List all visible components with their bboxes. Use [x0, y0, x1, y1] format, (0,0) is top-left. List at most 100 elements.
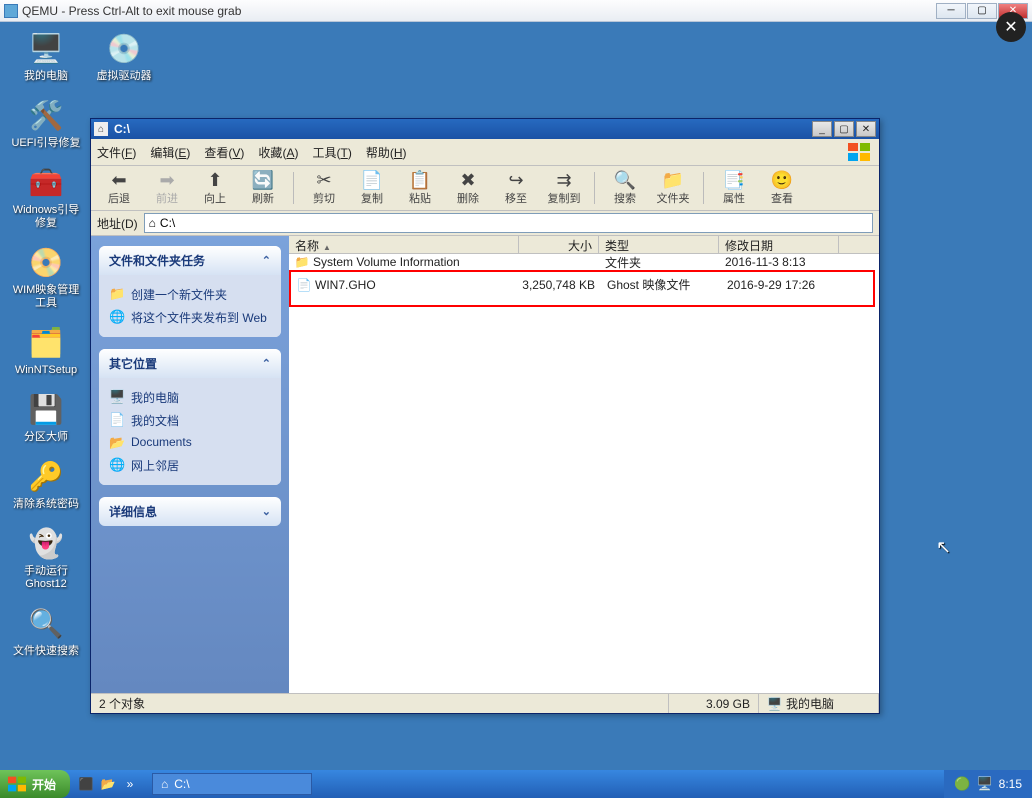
file-list[interactable]: 📁 System Volume Information 文件夹 2016-11-… [289, 254, 879, 693]
toolbar-copyto-button[interactable]: ⇉复制到 [542, 168, 586, 208]
sidebar-place-documents[interactable]: 📂 Documents [109, 432, 271, 454]
menu-edit[interactable]: 编辑(E) [150, 144, 190, 161]
explorer-titlebar[interactable]: ⌂ C:\ _ ▢ ✕ [91, 119, 879, 139]
drive-icon: ⌂ [161, 777, 168, 791]
toolbar-back-button[interactable]: ⬅后退 [97, 168, 141, 208]
address-input-wrap[interactable]: ⌂ [144, 213, 873, 233]
chevron-down-icon: ⌄ [262, 505, 271, 518]
address-input[interactable] [160, 216, 868, 230]
sidebar-place-my-computer[interactable]: 🖥️ 我的电脑 [109, 386, 271, 409]
tray-display-icon[interactable]: 🖥️ [976, 776, 992, 792]
explorer-toolbar: ⬅后退 ➡前进 ⬆向上 🔄刷新 ✂剪切 📄复制 📋粘贴 ✖删除 ↪移至 ⇉复制到… [91, 166, 879, 211]
copyto-icon: ⇉ [542, 170, 586, 190]
file-name: System Volume Information [313, 255, 460, 269]
desktop-icon-label: 文件快速搜索 [8, 645, 84, 658]
sidebar-places-header[interactable]: 其它位置 ⌃ [99, 349, 281, 378]
menu-help[interactable]: 帮助(H) [366, 144, 407, 161]
sidebar-link-label: 将这个文件夹发布到 Web [131, 309, 267, 326]
explorer-body: 文件和文件夹任务 ⌃ 📁 创建一个新文件夹 🌐 将这个文件夹发布到 Web [91, 236, 879, 693]
globe-icon: 🌐 [109, 309, 125, 325]
quick-launch-more[interactable]: » [120, 774, 140, 794]
column-header-type[interactable]: 类型 [599, 236, 719, 253]
toolbar-refresh-button[interactable]: 🔄刷新 [241, 168, 285, 208]
desktop[interactable]: 🖥️ 我的电脑 🛠️ UEFI引导修复 🧰 Widnows引导修复 📀 WIM映… [0, 22, 1032, 798]
sidebar-tasks-header[interactable]: 文件和文件夹任务 ⌃ [99, 246, 281, 275]
file-row-system-volume-info[interactable]: 📁 System Volume Information 文件夹 2016-11-… [289, 254, 879, 270]
toolbar-delete-button[interactable]: ✖删除 [446, 168, 490, 208]
toolbar-folders-button[interactable]: 📁文件夹 [651, 168, 695, 208]
toolbar-copy-button[interactable]: 📄复制 [350, 168, 394, 208]
menu-file[interactable]: 文件(F) [97, 144, 136, 161]
highlighted-file-box: 📄 WIN7.GHO 3,250,748 KB Ghost 映像文件 2016-… [289, 270, 875, 307]
menu-favorites[interactable]: 收藏(A) [258, 144, 298, 161]
drive-icon: ⌂ [149, 216, 156, 230]
quick-launch-cmd[interactable]: ⬛ [76, 774, 96, 794]
file-date: 2016-9-29 17:26 [721, 278, 841, 292]
menu-view[interactable]: 查看(V) [204, 144, 244, 161]
column-header-name[interactable]: 名称 [289, 236, 519, 253]
toolbar-forward-button: ➡前进 [145, 168, 189, 208]
toolbar-properties-button[interactable]: 📑属性 [712, 168, 756, 208]
desktop-icon-run-ghost12[interactable]: 👻 手动运行Ghost12 [8, 525, 84, 591]
explorer-window-buttons: _ ▢ ✕ [812, 121, 876, 137]
toolbar-paste-button[interactable]: 📋粘贴 [398, 168, 442, 208]
desktop-icon-label: 我的电脑 [8, 70, 84, 83]
overlay-close-button[interactable]: ✕ [996, 12, 1026, 42]
delete-icon: ✖ [446, 170, 490, 190]
sidebar-details-header[interactable]: 详细信息 ⌄ [99, 497, 281, 526]
toolbar-moveto-button[interactable]: ↪移至 [494, 168, 538, 208]
desktop-icon-virtual-drive[interactable]: 💿 虚拟驱动器 [86, 30, 162, 83]
sidebar-link-label: 创建一个新文件夹 [131, 286, 227, 303]
desktop-icon-file-search[interactable]: 🔍 文件快速搜索 [8, 605, 84, 658]
column-header-date[interactable]: 修改日期 [719, 236, 839, 253]
desktop-icon-partition-master[interactable]: 💾 分区大师 [8, 391, 84, 444]
toolbar-up-button[interactable]: ⬆向上 [193, 168, 237, 208]
desktop-icon-clear-password[interactable]: 🔑 清除系统密码 [8, 458, 84, 511]
properties-icon: 📑 [712, 170, 756, 190]
desktop-icon-my-computer[interactable]: 🖥️ 我的电脑 [8, 30, 84, 83]
refresh-icon: 🔄 [241, 170, 285, 190]
forward-arrow-icon: ➡ [145, 170, 189, 190]
tray-safely-remove-icon[interactable]: 🟢 [954, 776, 970, 792]
setup-icon: 🗂️ [28, 324, 64, 360]
sidebar-task-new-folder[interactable]: 📁 创建一个新文件夹 [109, 283, 271, 306]
explorer-close-button[interactable]: ✕ [856, 121, 876, 137]
desktop-icon-label: WinNTSetup [8, 364, 84, 377]
quick-launch-folder[interactable]: 📂 [98, 774, 118, 794]
toolbar-cut-button[interactable]: ✂剪切 [302, 168, 346, 208]
taskbar-item-explorer[interactable]: ⌂ C:\ [152, 773, 312, 795]
file-date: 2016-11-3 8:13 [719, 255, 839, 269]
file-row-win7-gho[interactable]: 📄 WIN7.GHO 3,250,748 KB Ghost 映像文件 2016-… [291, 274, 873, 295]
taskbar-item-label: C:\ [174, 777, 189, 791]
sidebar-link-label: 我的文档 [131, 412, 179, 429]
status-location: 🖥️ 我的电脑 [759, 694, 879, 713]
toolbar-view-button[interactable]: 🙂查看 [760, 168, 804, 208]
sidebar-link-label: 网上邻居 [131, 457, 179, 474]
tray-clock[interactable]: 8:15 [999, 777, 1022, 791]
desktop-icon-wim-manager[interactable]: 📀 WIM映象管理工具 [8, 244, 84, 310]
menu-tools[interactable]: 工具(T) [312, 144, 351, 161]
desktop-icon-label: UEFI引导修复 [8, 137, 84, 150]
host-maximize-button[interactable]: ▢ [967, 3, 997, 19]
status-location-label: 我的电脑 [786, 695, 834, 712]
desktop-icon-label: 清除系统密码 [8, 498, 84, 511]
explorer-minimize-button[interactable]: _ [812, 121, 832, 137]
sidebar-tasks-body: 📁 创建一个新文件夹 🌐 将这个文件夹发布到 Web [99, 275, 281, 337]
folder-icon: 📂 [109, 435, 125, 451]
sidebar-place-my-documents[interactable]: 📄 我的文档 [109, 409, 271, 432]
host-minimize-button[interactable]: ─ [936, 3, 966, 19]
start-label: 开始 [32, 776, 56, 793]
chevron-up-icon: ⌃ [262, 357, 271, 370]
desktop-icon-winntsetup[interactable]: 🗂️ WinNTSetup [8, 324, 84, 377]
sidebar-task-publish-web[interactable]: 🌐 将这个文件夹发布到 Web [109, 306, 271, 329]
column-header-size[interactable]: 大小 [519, 236, 599, 253]
desktop-icon-windows-boot-repair[interactable]: 🧰 Widnows引导修复 [8, 164, 84, 230]
desktop-icon-uefi-repair[interactable]: 🛠️ UEFI引导修复 [8, 97, 84, 150]
sidebar-place-network[interactable]: 🌐 网上邻居 [109, 454, 271, 477]
start-button[interactable]: 开始 [0, 770, 70, 798]
desktop-icons-column-1: 🖥️ 我的电脑 🛠️ UEFI引导修复 🧰 Widnows引导修复 📀 WIM映… [8, 30, 84, 672]
toolbar-search-button[interactable]: 🔍搜索 [603, 168, 647, 208]
sidebar-panel-places: 其它位置 ⌃ 🖥️ 我的电脑 📄 我的文档 📂 [99, 349, 281, 485]
file-area: 名称 大小 类型 修改日期 📁 System Volume Informatio… [289, 236, 879, 693]
explorer-maximize-button[interactable]: ▢ [834, 121, 854, 137]
